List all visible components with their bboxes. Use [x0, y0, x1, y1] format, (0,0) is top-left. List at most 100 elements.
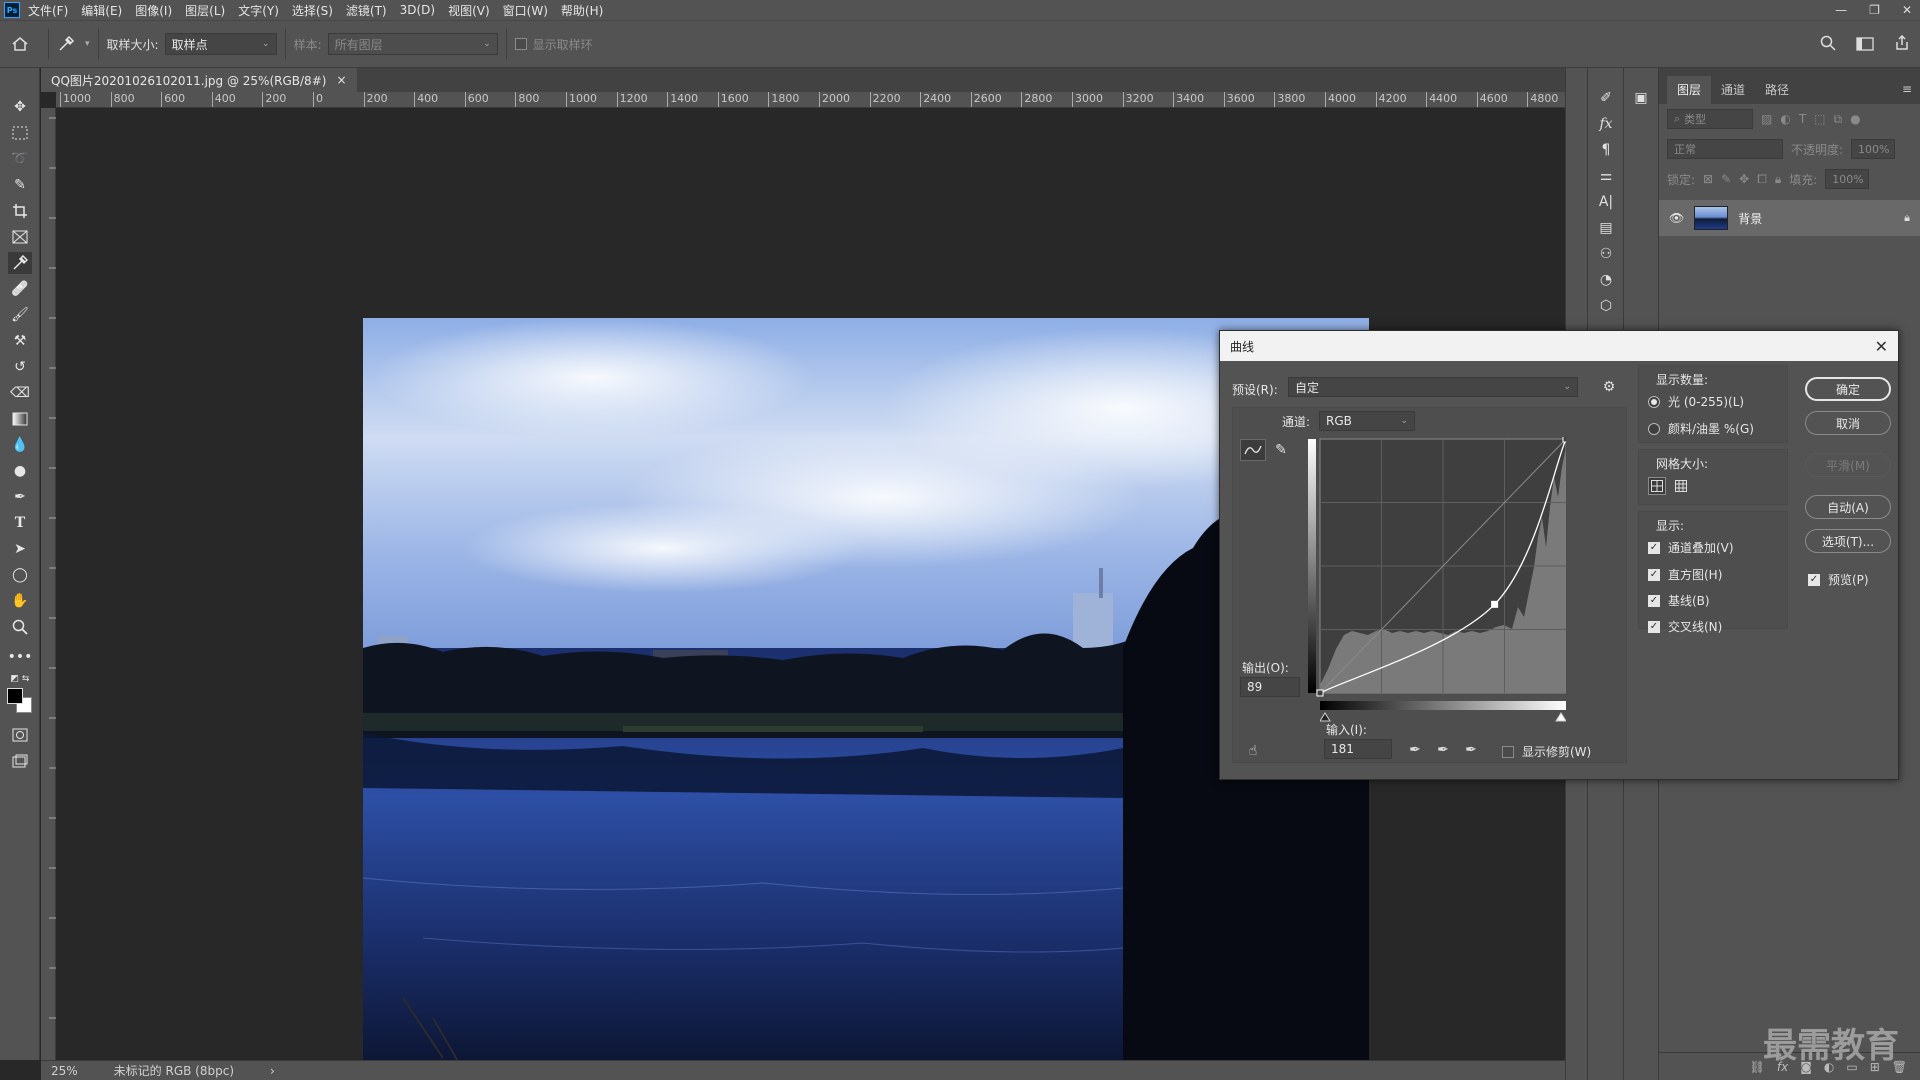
sample-size-select[interactable]: 取样点 ⌄ [164, 33, 277, 55]
swap-colors-icon[interactable]: ◩ ⇆ [8, 668, 32, 690]
auto-button[interactable]: 自动(A) [1805, 495, 1891, 519]
output-input[interactable]: 89 [1240, 677, 1300, 697]
gear-icon[interactable]: ⚙ [1601, 379, 1617, 395]
lock-all-icon[interactable]: 🔒︎ [1775, 172, 1781, 187]
lock-image-icon[interactable]: ✎ [1721, 172, 1731, 186]
curve-graph[interactable] [1308, 437, 1566, 697]
close-tab-icon[interactable]: × [336, 73, 346, 87]
character-icon[interactable]: A| [1596, 192, 1616, 212]
curve-control-point[interactable] [1562, 437, 1566, 443]
quick-selection-tool-icon[interactable]: ✎ [8, 174, 32, 196]
pencil-icon[interactable]: ✎ [1270, 439, 1292, 461]
white-eyedropper-icon[interactable]: ✒ [1462, 741, 1480, 759]
show-clipping-checkbox[interactable] [1502, 745, 1514, 758]
ok-button[interactable]: 确定 [1805, 377, 1891, 401]
eye-icon[interactable]: 👁︎ [1669, 211, 1684, 225]
curve-control-point[interactable] [1316, 689, 1324, 697]
pen-tool-icon[interactable]: ✒ [8, 486, 32, 508]
gradient-tool-icon[interactable] [8, 408, 32, 430]
frame-tool-icon[interactable] [8, 226, 32, 248]
close-window-button[interactable]: ✕ [1902, 3, 1912, 17]
path-selection-tool-icon[interactable]: ➤ [8, 538, 32, 560]
history-icon[interactable]: ◔ [1596, 270, 1616, 290]
zoom-level[interactable]: 25% [51, 1064, 78, 1078]
layer-filter-select[interactable]: ⌕ 类型 [1667, 109, 1753, 129]
crop-tool-icon[interactable] [8, 200, 32, 222]
lasso-tool-icon[interactable]: ➰ [8, 148, 32, 170]
zoom-tool-icon[interactable] [8, 616, 32, 638]
grid-simple-icon[interactable] [1648, 477, 1666, 495]
light-radio[interactable] [1648, 395, 1660, 408]
type-tool-icon[interactable]: T [8, 512, 32, 534]
filter-shape-icon[interactable]: ⬚ [1814, 112, 1825, 126]
clone-source-icon[interactable]: ⚇ [1596, 244, 1616, 264]
vertical-ruler[interactable] [41, 108, 56, 1060]
lock-position-icon[interactable]: ✥ [1739, 172, 1749, 186]
pigment-radio[interactable] [1648, 422, 1660, 435]
document-tab[interactable]: QQ图片20201026102011.jpg @ 25%(RGB/8#) × [41, 68, 357, 92]
filter-pixel-icon[interactable]: ▨ [1761, 112, 1772, 126]
tab-layers[interactable]: 图层 [1667, 76, 1712, 104]
grid-detailed-icon[interactable] [1672, 477, 1690, 495]
curves-title-bar[interactable]: 曲线 ✕ [1220, 331, 1898, 361]
gray-eyedropper-icon[interactable]: ✒ [1434, 741, 1452, 759]
black-eyedropper-icon[interactable]: ✒ [1406, 741, 1424, 759]
on-image-adjust-icon[interactable]: ☝ [1242, 741, 1264, 761]
eyedropper-tool-preset-icon[interactable]: ▾ [57, 35, 90, 53]
eyedropper-tool-icon[interactable] [8, 252, 32, 274]
eraser-tool-icon[interactable]: ⌫ [8, 382, 32, 404]
filter-type-icon[interactable]: T [1799, 112, 1806, 126]
lock-transparent-icon[interactable]: ⊠ [1703, 172, 1713, 186]
restore-button[interactable]: ❐ [1869, 3, 1880, 17]
blend-mode-select[interactable]: 正常 [1667, 139, 1783, 159]
menu-3d[interactable]: 3D(D) [400, 3, 435, 17]
cancel-button[interactable]: 取消 [1805, 411, 1891, 435]
histogram-checkbox[interactable]: ✓ [1648, 568, 1660, 581]
input-gradient-bar[interactable] [1320, 701, 1566, 723]
dodge-tool-icon[interactable]: ● [8, 460, 32, 482]
more-tools-icon[interactable]: ••• [8, 646, 33, 668]
blur-tool-icon[interactable]: 💧 [8, 434, 32, 456]
curve-control-point[interactable] [1491, 600, 1499, 608]
fill-input[interactable]: 100% [1825, 169, 1870, 189]
fx-icon[interactable]: fx [1596, 114, 1616, 134]
marquee-tool-icon[interactable] [8, 122, 32, 144]
menu-layer[interactable]: 图层(L) [185, 2, 225, 19]
paragraph-icon[interactable]: ¶ [1596, 140, 1616, 160]
preview-checkbox[interactable]: ✓ [1808, 573, 1820, 586]
sample-select[interactable]: 所有图层 ⌄ [327, 33, 498, 55]
libraries-icon[interactable]: ▤ [1596, 218, 1616, 238]
options-button[interactable]: 选项(T)... [1805, 529, 1891, 553]
channel-select[interactable]: RGB ⌄ [1319, 411, 1415, 431]
horizontal-ruler[interactable]: 1000 800 600 400 200 0 200 400 600 800 1000 1200 140… [56, 92, 1565, 108]
filter-adjustment-icon[interactable]: ◐ [1780, 112, 1790, 126]
menu-select[interactable]: 选择(S) [292, 2, 333, 19]
intersection-line-checkbox[interactable]: ✓ [1648, 620, 1660, 633]
menu-type[interactable]: 文字(Y) [238, 2, 279, 19]
filter-smart-object-icon[interactable]: ⧉ [1834, 112, 1843, 127]
screen-mode-icon[interactable] [8, 750, 32, 772]
curve-point-tool-icon[interactable] [1240, 439, 1266, 461]
preset-select[interactable]: 自定 ⌄ [1288, 377, 1578, 397]
lock-artboard-icon[interactable]: ⧠ [1757, 172, 1767, 187]
smooth-button[interactable]: 平滑(M) [1805, 453, 1891, 477]
brush-settings-icon[interactable]: ✐ [1596, 88, 1616, 108]
home-icon[interactable] [0, 36, 40, 52]
move-tool-icon[interactable]: ✥ [8, 96, 32, 118]
status-arrow-icon[interactable]: › [270, 1064, 275, 1078]
input-input[interactable]: 181 [1324, 739, 1392, 759]
hand-tool-icon[interactable]: ✋ [8, 590, 32, 612]
menu-help[interactable]: 帮助(H) [561, 2, 603, 19]
layer-row-background[interactable]: 👁︎ 背景 🔒︎ [1659, 200, 1920, 236]
foreground-color-swatch[interactable] [7, 688, 23, 704]
minimize-button[interactable]: — [1835, 3, 1847, 17]
menu-window[interactable]: 窗口(W) [503, 2, 548, 19]
filter-toggle-icon[interactable]: ● [1850, 112, 1860, 126]
properties-icon[interactable]: ▣ [1631, 88, 1651, 108]
ellipse-tool-icon[interactable]: ◯ [8, 564, 32, 586]
menu-file[interactable]: 文件(F) [28, 2, 68, 19]
channel-overlay-checkbox[interactable]: ✓ [1648, 541, 1660, 554]
opacity-input[interactable]: 100% [1851, 139, 1896, 159]
menu-image[interactable]: 图像(I) [135, 2, 172, 19]
close-icon[interactable]: ✕ [1875, 337, 1888, 356]
